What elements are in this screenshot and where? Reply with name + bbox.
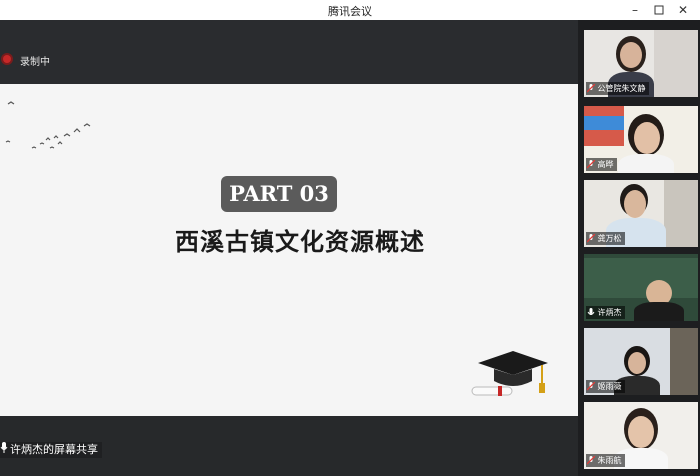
microphone-icon <box>587 308 595 315</box>
participant-name: 许炳杰 <box>586 306 625 319</box>
part-badge: PART 03 <box>221 176 337 212</box>
screen-share-text: 许炳杰的屏幕共享 <box>10 443 98 456</box>
participant-name: 姬雨薇 <box>586 380 625 393</box>
participant-name: 朱雨航 <box>586 454 625 467</box>
recording-label[interactable]: 录制中 <box>20 53 50 68</box>
participant-tile-speaking[interactable]: 许炳杰 <box>584 254 698 321</box>
mic-muted-icon <box>586 233 596 243</box>
window-title: 腾讯会议 <box>328 5 372 18</box>
close-icon[interactable]: ✕ <box>672 1 694 19</box>
participant-tile[interactable]: 公管院朱文静 <box>584 30 698 97</box>
mic-muted-icon <box>586 381 596 391</box>
participant-tile[interactable]: 高晔 <box>584 106 698 173</box>
participant-tile[interactable]: 朱雨航 <box>584 402 698 469</box>
title-bar: 腾讯会议 – ✕ <box>0 0 700 21</box>
graduation-cap-icon <box>471 351 548 396</box>
participants-panel: 公管院朱文静 高晔 龚万松 许炳杰 姬雨薇 朱雨航 <box>578 20 700 476</box>
presentation-slide: PART 03 西溪古镇文化资源概述 <box>0 84 578 416</box>
microphone-icon <box>0 442 10 458</box>
record-icon[interactable] <box>3 55 11 63</box>
screen-share-label: 许炳杰的屏幕共享 <box>0 442 102 458</box>
minimize-icon[interactable]: – <box>624 1 646 19</box>
participant-name: 高晔 <box>586 158 617 171</box>
slide-title: 西溪古镇文化资源概述 <box>175 228 425 256</box>
participant-name: 龚万松 <box>586 232 625 245</box>
recording-bar: 录制中 <box>0 20 578 84</box>
mic-muted-icon <box>586 83 596 93</box>
participant-tile[interactable]: 姬雨薇 <box>584 328 698 395</box>
birds-illustration <box>5 101 91 149</box>
shared-screen: 录制中 PART 03 西溪古镇文化资源概述 <box>0 20 578 476</box>
participant-tile[interactable]: 龚万松 <box>584 180 698 247</box>
mic-muted-icon <box>586 455 596 465</box>
participant-name: 公管院朱文静 <box>586 82 649 95</box>
mic-muted-icon <box>586 159 596 169</box>
maximize-icon[interactable] <box>648 1 670 19</box>
